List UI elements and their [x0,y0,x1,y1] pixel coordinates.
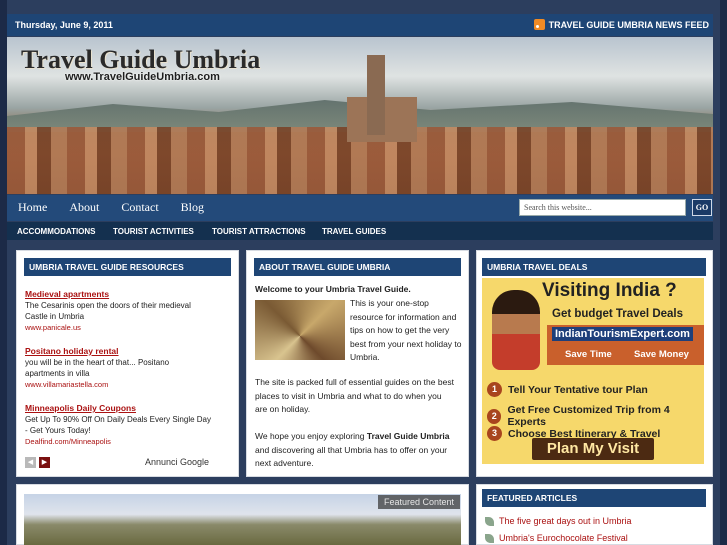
article-title[interactable]: Umbria's Eurochocolate Festival [499,533,628,543]
step-number-icon: 3 [487,426,502,441]
about-welcome: Welcome to your Umbria Travel Guide. [255,283,455,297]
subnav-travel-guides[interactable]: TRAVEL GUIDES [322,227,386,236]
next-arrow-icon[interactable]: ▶ [39,457,50,468]
featured-articles-panel: FEATURED ARTICLES The five great days ou… [476,484,713,545]
search-go-button[interactable]: GO [692,199,712,216]
featured-content-slider[interactable]: Featured Content [24,494,461,545]
rss-icon [533,19,545,30]
ad-text: The Cesarinis open the doors of their me… [25,301,191,321]
about-paragraph-3: We hope you enjoy exploring Travel Guide… [255,430,455,471]
step-number-icon: 1 [487,382,502,397]
ad-save-time: Save Time [565,349,612,360]
ad-step-text: Tell Your Tentative tour Plan [508,383,648,396]
deals-title: UMBRIA TRAVEL DEALS [482,258,706,276]
ad-brand: IndianTourismExpert.com [552,327,693,341]
site-url: www.TravelGuideUmbria.com [65,71,220,83]
about-paragraph-2: The site is packed full of essential gui… [255,377,454,415]
banner-tower [367,55,385,135]
ad-heading-link[interactable]: Medieval apartments [25,289,205,300]
plan-my-visit-button[interactable]: Plan My Visit [532,438,654,460]
ad-item: Minneapolis Daily Coupons Get Up To 90% … [25,403,215,447]
ad-save-money: Save Money [634,349,689,360]
ad-pager: ◀ ▶ [25,457,55,468]
ad-step-text: Get Free Customized Trip from 4 Experts [507,404,670,428]
category-nav: ACCOMMODATIONS TOURIST ACTIVITIES TOURIS… [7,222,713,240]
deals-panel: UMBRIA TRAVEL DEALS Visiting India ? Get… [476,250,713,477]
ad-heading-link[interactable]: Positano holiday rental [25,346,185,357]
about-intro: This is your one-stop resource for infor… [350,298,462,363]
leaf-bullet-icon [485,533,494,543]
ad-text: you will be in the heart of that... Posi… [25,358,170,378]
prev-arrow-icon[interactable]: ◀ [25,457,36,468]
nav-home[interactable]: Home [18,200,47,215]
ad-item: Positano holiday rental you will be in t… [25,346,185,390]
ad-headline: Visiting India ? [542,280,677,301]
subnav-tourist-activities[interactable]: TOURIST ACTIVITIES [113,227,194,236]
main-nav: Home About Contact Blog Search this webs… [7,195,713,221]
ad-text: Get Up To 90% Off On Daily Deals Every S… [25,415,212,435]
step-number-icon: 2 [487,408,502,424]
india-travel-ad[interactable]: Visiting India ? Get budget Travel Deals… [482,278,704,464]
resources-title: UMBRIA TRAVEL GUIDE RESOURCES [24,258,231,276]
ad-item: Medieval apartments The Cesarinis open t… [25,289,205,333]
resources-panel: UMBRIA TRAVEL GUIDE RESOURCES Medieval a… [16,250,239,477]
site-header-banner[interactable]: Travel Guide Umbria www.TravelGuideUmbri… [7,37,713,194]
featured-articles-title: FEATURED ARTICLES [482,489,706,507]
ad-step: 2 Get Free Customized Trip from 4 Expert… [487,404,704,428]
google-ads-label[interactable]: Annunci Google [145,457,209,467]
rss-label: TRAVEL GUIDE UMBRIA NEWS FEED [548,19,709,30]
about-p3-text: We hope you enjoy exploring [255,431,367,441]
search-input[interactable]: Search this website... [519,199,686,216]
ad-person-image [492,290,540,370]
leaf-bullet-icon [485,516,494,526]
nav-contact[interactable]: Contact [121,200,158,215]
rss-feed-link[interactable]: TRAVEL GUIDE UMBRIA NEWS FEED [533,19,709,30]
umbria-thumbnail [255,300,345,360]
about-p3-site-name: Travel Guide Umbria [366,431,450,441]
about-welcome-text: Welcome to your Umbria Travel Guide. [255,284,411,294]
subnav-tourist-attractions[interactable]: TOURIST ATTRACTIONS [212,227,306,236]
ad-step: 1 Tell Your Tentative tour Plan [487,382,648,397]
ad-heading-link[interactable]: Minneapolis Daily Coupons [25,403,215,414]
about-title: ABOUT TRAVEL GUIDE UMBRIA [254,258,461,276]
ad-subheadline: Get budget Travel Deals [552,308,684,320]
ad-url[interactable]: Dealfind.com/Minneapolis [25,436,215,447]
article-title[interactable]: The five great days out in Umbria [499,516,632,526]
article-link[interactable]: Umbria's Eurochocolate Festival [485,533,628,543]
featured-content-tag: Featured Content [377,495,460,509]
about-panel: ABOUT TRAVEL GUIDE UMBRIA Welcome to you… [246,250,469,477]
subnav-accommodations[interactable]: ACCOMMODATIONS [17,227,96,236]
nav-blog[interactable]: Blog [181,200,204,215]
about-p3-text-end: and discovering all that Umbria has to o… [255,444,448,469]
nav-about[interactable]: About [69,200,99,215]
ad-url[interactable]: www.panicale.us [25,322,205,333]
article-link[interactable]: The five great days out in Umbria [485,516,632,526]
current-date: Thursday, June 9, 2011 [15,20,113,30]
ad-url[interactable]: www.villamariastella.com [25,379,185,390]
top-bar: Thursday, June 9, 2011 TRAVEL GUIDE UMBR… [7,14,713,36]
